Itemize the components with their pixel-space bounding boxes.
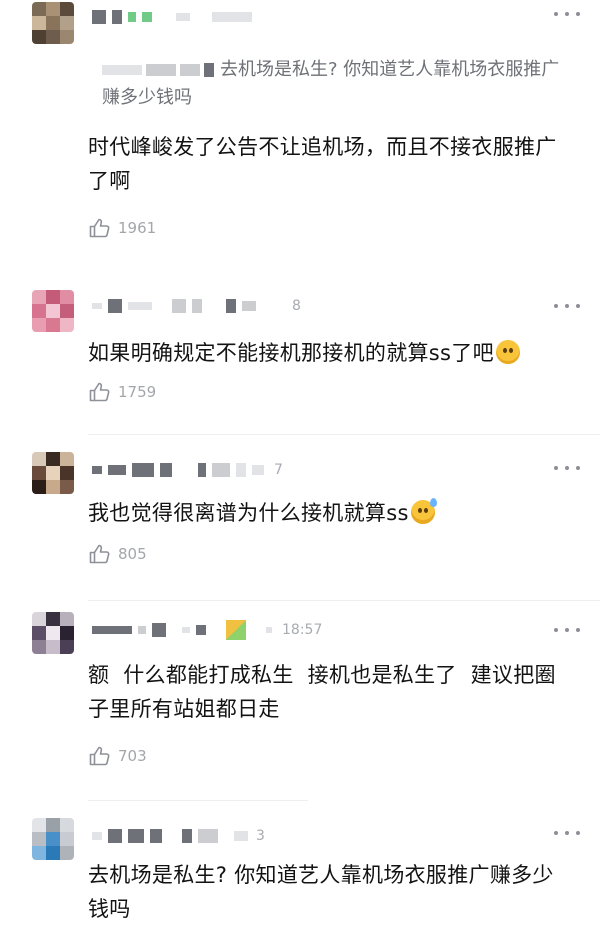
thumbs-up-icon bbox=[89, 218, 110, 238]
thinking-face-emoji bbox=[495, 340, 520, 364]
more-dots-icon[interactable] bbox=[554, 828, 580, 838]
more-dots-icon[interactable] bbox=[554, 463, 580, 473]
comment-text-content: 我也觉得很离谱为什么接机就算ss bbox=[88, 501, 409, 525]
comment-text: 我也觉得很离谱为什么接机就算ss bbox=[88, 496, 568, 530]
username[interactable]: 3 bbox=[92, 826, 265, 846]
comment-time: 8 bbox=[292, 298, 301, 314]
avatar[interactable] bbox=[32, 612, 74, 654]
comment-text: 去机场是私生? 你知道艺人靠机场衣服推广赚多少钱吗 bbox=[88, 863, 554, 921]
comment-time: 18:57 bbox=[282, 622, 323, 638]
comment-time: 7 bbox=[274, 462, 283, 478]
divider bbox=[88, 434, 600, 435]
like-count: 703 bbox=[118, 747, 147, 765]
avatar[interactable] bbox=[32, 290, 74, 332]
comment-text-content: 如果明确规定不能接机那接机的就算ss了吧 bbox=[88, 341, 494, 365]
thumbs-up-icon bbox=[89, 382, 110, 402]
sweat-smile-emoji bbox=[410, 498, 437, 524]
comment-text: 如果明确规定不能接机那接机的就算ss了吧 bbox=[88, 336, 568, 370]
username[interactable]: 18:57 bbox=[92, 620, 322, 640]
avatar[interactable] bbox=[32, 818, 74, 860]
like-count: 805 bbox=[118, 545, 147, 563]
thumbs-up-icon bbox=[89, 544, 110, 564]
avatar[interactable] bbox=[32, 452, 74, 494]
username[interactable]: 8 bbox=[92, 296, 301, 316]
comment-text: 时代峰峻发了公告不让追机场，而且不接衣服推广了啊 bbox=[88, 135, 557, 193]
more-dots-icon[interactable] bbox=[554, 625, 580, 635]
username[interactable] bbox=[92, 7, 252, 27]
like-count: 1759 bbox=[118, 383, 157, 401]
divider bbox=[88, 600, 600, 601]
more-dots-icon[interactable] bbox=[554, 301, 580, 311]
divider bbox=[88, 800, 308, 801]
comment-time: 3 bbox=[256, 828, 265, 844]
like-button[interactable]: 1759 bbox=[88, 380, 156, 404]
thumbs-up-icon bbox=[89, 746, 110, 766]
username[interactable]: 7 bbox=[92, 460, 283, 480]
comment-text: 额 什么都能打成私生 接机也是私生了 建议把圈子里所有站姐都日走 bbox=[88, 663, 556, 721]
more-dots-icon[interactable] bbox=[554, 9, 580, 19]
avatar[interactable] bbox=[32, 2, 74, 44]
like-button[interactable]: 703 bbox=[88, 744, 147, 768]
like-button[interactable]: 805 bbox=[88, 542, 147, 566]
quoted-reply[interactable]: 去机场是私生? 你知道艺人靠机场衣服推广赚多少钱吗 bbox=[102, 56, 562, 112]
like-button[interactable]: 1961 bbox=[88, 216, 156, 240]
like-count: 1961 bbox=[118, 219, 157, 237]
